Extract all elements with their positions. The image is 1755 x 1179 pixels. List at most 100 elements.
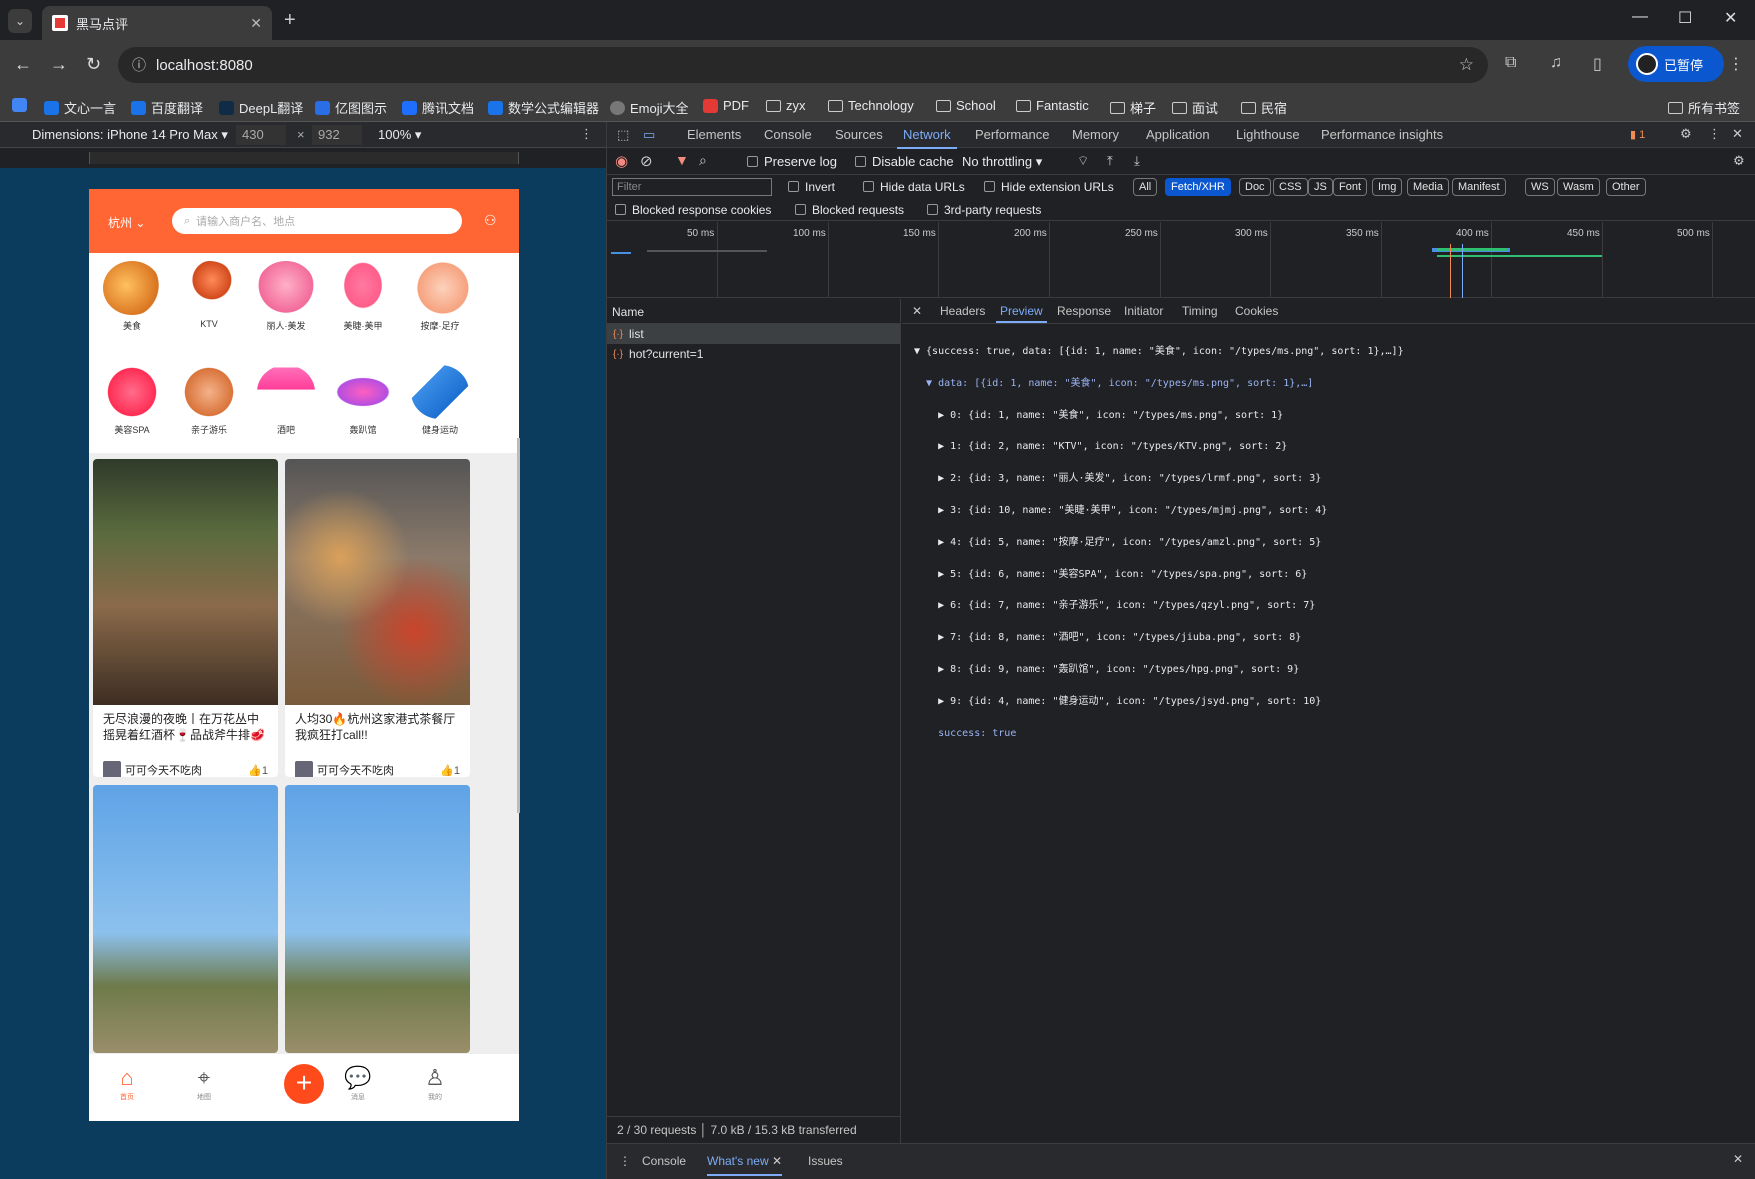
side-panel-icon[interactable]: ▯	[1593, 54, 1602, 74]
blog-card[interactable]: 无尽浪漫的夜晚丨在万花丛中摇晃着红酒杯🍷品战斧牛排🥩 可可今天不吃肉 👍1	[93, 459, 278, 777]
bookmark-item[interactable]: 亿图图示	[315, 98, 387, 117]
json-line[interactable]: ▶ 7: {id: 8, name: "酒吧", icon: "/types/j…	[914, 630, 1744, 646]
add-blog-button[interactable]: +	[284, 1064, 324, 1104]
import-har-icon[interactable]: ⤒	[1107, 153, 1113, 169]
bookmark-folder[interactable]: Fantastic	[1016, 98, 1089, 113]
scrollbar-thumb[interactable]	[517, 438, 520, 813]
filter-funnel-icon[interactable]: ▼	[675, 152, 689, 168]
network-conditions-icon[interactable]: ⌔	[1077, 153, 1089, 169]
tab-lighthouse[interactable]: Lighthouse	[1236, 127, 1300, 142]
media-control-icon[interactable]: ♫	[1550, 54, 1562, 72]
forward-arrow-icon[interactable]: →	[50, 54, 68, 75]
blog-card[interactable]	[285, 785, 470, 1053]
type-filter-css[interactable]: CSS	[1273, 178, 1308, 196]
profile-button[interactable]: 已暂停	[1628, 46, 1724, 82]
bookmark-star-icon[interactable]: ☆	[1459, 55, 1474, 75]
json-line[interactable]: ▶ 9: {id: 4, name: "健身运动", icon: "/types…	[914, 694, 1744, 710]
type-filter-all[interactable]: All	[1133, 178, 1158, 196]
category-item[interactable]: 按摩·足疗	[405, 261, 475, 332]
invert-checkbox[interactable]: Invert	[788, 180, 835, 194]
category-item[interactable]: KTV	[174, 261, 244, 329]
type-filter-manifest[interactable]: Manifest	[1452, 178, 1506, 196]
device-more-icon[interactable]: ⋮	[580, 126, 593, 142]
minimize-icon[interactable]: —	[1632, 8, 1648, 26]
back-arrow-icon[interactable]: ←	[14, 54, 32, 75]
tab-console[interactable]: Console	[764, 127, 812, 142]
blocked-requests-checkbox[interactable]: Blocked requests	[795, 203, 904, 217]
search-icon[interactable]: ⌕	[699, 152, 707, 169]
hide-ext-urls-checkbox[interactable]: Hide extension URLs	[984, 180, 1114, 194]
like-button[interactable]: 👍1	[440, 764, 460, 777]
issues-badge[interactable]: ▮ 1	[1630, 128, 1645, 141]
drawer-menu-icon[interactable]: ⋮	[619, 1154, 631, 1168]
close-detail-icon[interactable]: ✕	[912, 304, 922, 318]
settings-gear-icon[interactable]: ⚙	[1680, 126, 1692, 142]
device-select[interactable]: Dimensions: iPhone 14 Pro Max ▾	[32, 127, 228, 143]
tab-elements[interactable]: Elements	[687, 127, 741, 142]
drawer-tab-console[interactable]: Console	[642, 1154, 686, 1168]
type-filter-media[interactable]: Media	[1407, 178, 1449, 196]
bookmark-item[interactable]: 文心一言	[44, 98, 116, 117]
maximize-icon[interactable]: ☐	[1678, 8, 1692, 28]
tab-performance[interactable]: Performance	[975, 127, 1049, 142]
bookmark-folder[interactable]: 面试	[1172, 98, 1218, 117]
tab-sources[interactable]: Sources	[835, 127, 883, 142]
close-tab-icon[interactable]: ✕	[772, 1154, 782, 1168]
export-har-icon[interactable]: ⤓	[1134, 153, 1140, 169]
height-input[interactable]: 932	[312, 125, 362, 145]
extensions-icon[interactable]: ⧉	[1505, 54, 1516, 72]
hide-data-urls-checkbox[interactable]: Hide data URLs	[863, 180, 965, 194]
record-stop-icon[interactable]: ◉	[615, 152, 628, 170]
throttling-select[interactable]: No throttling ▾	[962, 154, 1042, 170]
json-line[interactable]: ▶ 3: {id: 10, name: "美睫·美甲", icon: "/typ…	[914, 503, 1744, 519]
all-bookmarks[interactable]: 所有书签	[1668, 98, 1740, 117]
bookmark-folder[interactable]: zyx	[766, 98, 806, 113]
tab-performance-insights[interactable]: Performance insights	[1321, 127, 1443, 142]
network-settings-icon[interactable]: ⚙	[1733, 153, 1745, 169]
browser-menu-icon[interactable]: ⋮	[1728, 54, 1744, 74]
devtools-close-icon[interactable]: ✕	[1732, 126, 1743, 142]
blog-card[interactable]	[93, 785, 278, 1053]
tab-memory[interactable]: Memory	[1072, 127, 1119, 142]
request-row[interactable]: {·} list	[607, 324, 900, 344]
reload-icon[interactable]: ↻	[86, 54, 101, 75]
zoom-select[interactable]: 100% ▾	[378, 127, 421, 143]
tab-search-chevron-icon[interactable]: ⌄	[8, 9, 32, 33]
drawer-tab-whats-new[interactable]: What's new ✕	[707, 1154, 783, 1176]
tab-close-icon[interactable]: ✕	[250, 15, 262, 32]
tab-map[interactable]: ⌖ 地图	[174, 1064, 234, 1102]
json-line[interactable]: ▶ 8: {id: 9, name: "轰趴馆", icon: "/types/…	[914, 662, 1744, 678]
city-selector[interactable]: 杭州 ⌄	[108, 214, 145, 231]
type-filter-font[interactable]: Font	[1333, 178, 1368, 196]
json-line[interactable]: ▶ 6: {id: 7, name: "亲子游乐", icon: "/types…	[914, 598, 1744, 614]
json-line[interactable]: ▶ 1: {id: 2, name: "KTV", icon: "/types/…	[914, 439, 1744, 455]
json-line[interactable]: ▶ 4: {id: 5, name: "按摩·足疗", icon: "/type…	[914, 535, 1744, 551]
devtools-more-icon[interactable]: ⋮	[1708, 126, 1721, 142]
like-button[interactable]: 👍1	[248, 764, 268, 777]
type-filter-js[interactable]: JS	[1308, 178, 1333, 196]
site-info-icon[interactable]: ⓘ	[132, 55, 146, 75]
translate-bookmark-icon[interactable]	[12, 98, 27, 112]
category-item[interactable]: 健身运动	[405, 365, 475, 436]
tab-profile[interactable]: ♙ 我的	[405, 1064, 465, 1102]
bookmark-folder[interactable]: School	[936, 98, 996, 113]
third-party-checkbox[interactable]: 3rd-party requests	[927, 203, 1041, 217]
bookmark-item[interactable]: 腾讯文档	[402, 98, 474, 117]
width-input[interactable]: 430	[236, 125, 286, 145]
bookmark-folder[interactable]: 民宿	[1241, 98, 1287, 117]
bookmark-item[interactable]: DeepL翻译	[219, 98, 303, 117]
blog-card[interactable]: 人均30🔥杭州这家港式茶餐厅我疯狂打call!! 可可今天不吃肉 👍1	[285, 459, 470, 777]
preserve-log-checkbox[interactable]: Preserve log	[747, 154, 837, 169]
category-item[interactable]: 丽人·美发	[251, 261, 321, 332]
user-icon[interactable]: ⚇	[484, 212, 500, 228]
window-close-icon[interactable]: ✕	[1724, 8, 1737, 28]
tab-home[interactable]: ⌂ 首页	[97, 1064, 157, 1102]
json-line[interactable]: success: true	[914, 726, 1744, 742]
tab-preview[interactable]: Preview	[996, 304, 1047, 323]
url-bar[interactable]: ⓘ localhost:8080 ☆	[118, 47, 1488, 83]
tab-response[interactable]: Response	[1057, 304, 1111, 318]
json-line[interactable]: ▶ 0: {id: 1, name: "美食", icon: "/types/m…	[914, 408, 1744, 424]
json-line[interactable]: ▼ {success: true, data: [{id: 1, name: "…	[914, 344, 1744, 360]
type-filter-ws[interactable]: WS	[1525, 178, 1555, 196]
category-item[interactable]: 亲子游乐	[174, 365, 244, 436]
